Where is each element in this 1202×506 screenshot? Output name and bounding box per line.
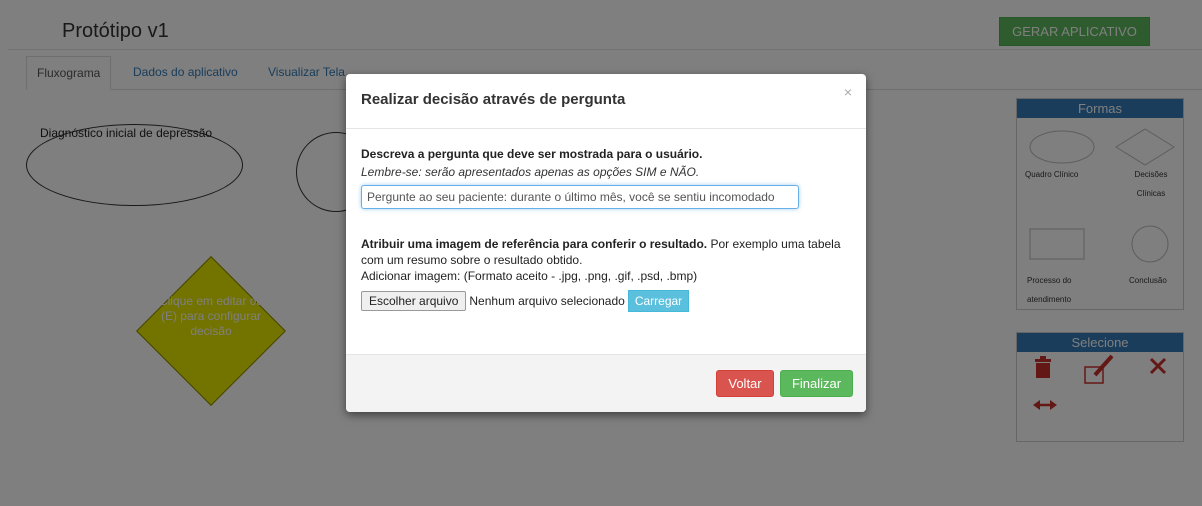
modal-title: Realizar decisão através de pergunta <box>361 91 626 108</box>
decision-modal: Realizar decisão através de pergunta × D… <box>346 74 866 412</box>
image-label-bold: Atribuir uma imagem de referência para c… <box>361 237 708 251</box>
choose-file-button[interactable]: Escolher arquivo <box>361 291 467 311</box>
question-label: Descreva a pergunta que deve ser mostrad… <box>361 147 703 161</box>
add-image-label: Adicionar imagem: (Formato aceito - .jpg… <box>361 269 698 283</box>
modal-footer: Voltar Finalizar <box>346 354 866 412</box>
question-input[interactable] <box>361 185 799 209</box>
file-row: Escolher arquivo Nenhum arquivo selecion… <box>361 290 851 312</box>
back-button[interactable]: Voltar <box>716 370 774 397</box>
upload-button[interactable]: Carregar <box>627 290 690 312</box>
modal-header: Realizar decisão através de pergunta × <box>346 74 866 129</box>
question-hint: Lembre-se: serão apresentados apenas as … <box>361 165 700 179</box>
image-section: Atribuir uma imagem de referência para c… <box>361 236 851 284</box>
modal-body: Descreva a pergunta que deve ser mostrad… <box>346 129 866 312</box>
close-icon[interactable]: × <box>844 84 852 100</box>
finish-button[interactable]: Finalizar <box>780 370 853 397</box>
file-status: Nenhum arquivo selecionado <box>469 294 625 308</box>
